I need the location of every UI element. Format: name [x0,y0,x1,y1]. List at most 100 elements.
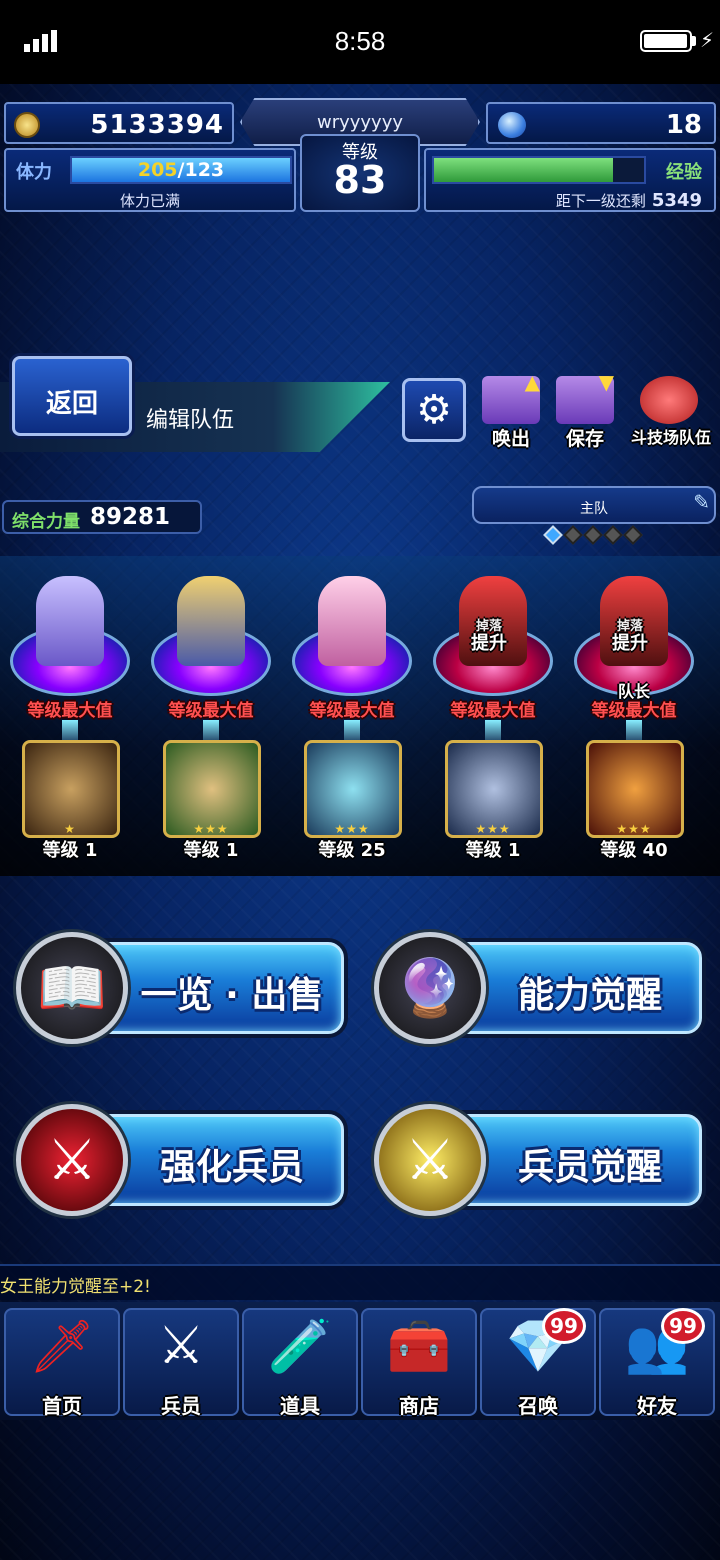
ability-awaken-button[interactable]: 🔮 能力觉醒 [374,932,702,1044]
party-units-row: 等级最大值 ★ 等级 1 等级最大值 ★★★ 等级 1 等级最大值 ★★★ 等级… [0,556,720,876]
arrow-up-icon: ▲ [524,370,540,394]
notification-badge: 99 [542,1308,586,1344]
stamina-panel: 体力 205/123 体力已满 [4,148,296,212]
esper-stars: ★ [64,822,76,836]
exp-panel: 经验 距下一级还剩 5349 [424,148,716,212]
unit-max-level: 等级最大值 [450,701,536,721]
esper-level: 等级 25 [318,840,386,861]
notification-badge: 99 [661,1308,705,1344]
unit-slot[interactable]: 掉落 提升 等级最大值 ★★★ 等级 1 [423,556,563,861]
arena-party-label: 斗技场队伍 [630,428,711,447]
save-party-button[interactable]: ▼ 保存 [552,370,618,450]
list-sell-button[interactable]: 📖 一览 · 出售 [16,932,344,1044]
unit-max-level: 等级最大值 [591,701,677,721]
total-power-panel: 综合力量 89281 [2,500,202,534]
nav-label: 好友 [637,1394,677,1418]
esper-stars: ★★★ [334,822,370,836]
chest-icon: 🧰 [386,1317,452,1377]
drop-boost-badge: 掉落 提升 [612,619,648,655]
esper-level: 等级 1 [42,840,98,861]
status-time: 8:58 [334,26,386,56]
charging-icon: ⚡ [700,28,715,52]
level-value: 83 [333,158,387,202]
esper-level: 等级 40 [600,840,668,861]
status-bar: 8:58 ⚡ [0,0,720,84]
gold-coin-icon [14,112,40,138]
warrior-red-icon: ⚔ [16,1104,128,1216]
exp-remaining: 距下一级还剩 5349 [555,190,702,211]
battery-icon [640,30,692,52]
party-page-indicator [543,525,643,545]
nav-label: 道具 [280,1394,320,1418]
unit-awaken-label: 兵员觉醒 [517,1147,662,1188]
gold-amount: 5133394 [90,110,224,140]
ability-awaken-label: 能力觉醒 [517,975,662,1016]
arrow-down-icon: ▼ [598,370,614,394]
esper-stars: ★★★ [616,822,652,836]
gold-panel: 5133394 [4,102,234,144]
unit-max-level: 等级最大值 [309,701,395,721]
unit-slot[interactable]: 等级最大值 ★★★ 等级 25 [282,556,422,861]
book-icon: 📖 [16,932,128,1044]
unit-max-level: 等级最大值 [168,701,254,721]
esper-level: 等级 1 [183,840,239,861]
stamina-label: 体力 [16,162,52,183]
esper-stars: ★★★ [193,822,229,836]
nav-friends[interactable]: 👥 99 好友 [599,1308,715,1418]
lapis-gem-icon [498,112,526,138]
stamina-max: /123 [177,159,225,181]
gem-panel[interactable]: 18 [486,102,716,144]
unit-slot[interactable]: 等级最大值 ★★★ 等级 1 [141,556,281,861]
gem-amount: 18 [665,110,702,140]
party-name: 主队 [580,501,608,517]
knight-icon: ⚔ [157,1316,205,1376]
stamina-bar: 205/123 [70,156,292,184]
enhance-units-button[interactable]: ⚔ 强化兵员 [16,1104,344,1216]
magic-orbs-icon: 🔮 [374,932,486,1044]
page-dot[interactable] [623,525,643,545]
page-title: 编辑队伍 [146,408,235,433]
summon-out-button[interactable]: ▲ 唤出 [478,370,544,450]
unit-max-level: 等级最大值 [27,701,113,721]
arena-party-button[interactable]: 斗技场队伍 [628,372,714,450]
save-party-label: 保存 [565,428,604,450]
unit-slot[interactable]: 掉落 提升 队长 等级最大值 ★★★ 等级 40 [564,556,704,861]
unit-slot[interactable]: 等级最大值 ★ 等级 1 [0,556,140,861]
nav-units[interactable]: ⚔ 兵员 [123,1308,239,1418]
nav-home[interactable]: 🗡 首页 [4,1308,120,1418]
top-hud: 5133394 wryyyyyy 等级 83 18 体力 205/123 体力已… [0,98,720,216]
nav-shop[interactable]: 🧰 商店 [361,1308,477,1418]
back-button[interactable]: 返回 [12,356,132,436]
total-power-label: 综合力量 [12,512,80,532]
page-dot[interactable] [563,525,583,545]
unit-sprite [36,576,104,666]
back-button-label: 返回 [45,389,98,419]
arena-party-icon [640,376,698,424]
page-dot[interactable] [583,525,603,545]
stamina-status: 体力已满 [119,192,180,210]
unit-awaken-button[interactable]: ⚔ 兵员觉醒 [374,1104,702,1216]
esper-stars: ★★★ [475,822,511,836]
page-dot[interactable] [603,525,623,545]
nav-summon[interactable]: 💎 99 召唤 [480,1308,596,1418]
stamina-current: 205 [137,159,178,181]
unit-sprite [177,576,245,666]
rename-feather-icon[interactable]: ✎ [693,490,710,514]
list-sell-label: 一览 · 出售 [140,975,324,1016]
exp-bar-fill [434,158,613,182]
nav-label: 兵员 [161,1394,201,1418]
page-dot[interactable] [543,525,563,545]
nav-items[interactable]: 🧪 道具 [242,1308,358,1418]
potion-icon: 🧪 [267,1317,333,1377]
enhance-units-label: 强化兵员 [159,1147,304,1188]
settings-button[interactable]: ⚙ [402,378,466,442]
party-name-bar[interactable]: 主队 ✎ [472,486,716,524]
esper-level: 等级 1 [465,840,521,861]
news-ticker: 女王能力觉醒至+2! [0,1264,720,1300]
nav-label: 首页 [42,1394,82,1418]
warrior-gold-icon: ⚔ [374,1104,486,1216]
level-plate: 等级 83 [300,134,420,212]
ticker-text: 女王能力觉醒至+2! [0,1277,151,1297]
player-name: wryyyyyy [316,112,404,133]
exp-bar [432,156,646,184]
